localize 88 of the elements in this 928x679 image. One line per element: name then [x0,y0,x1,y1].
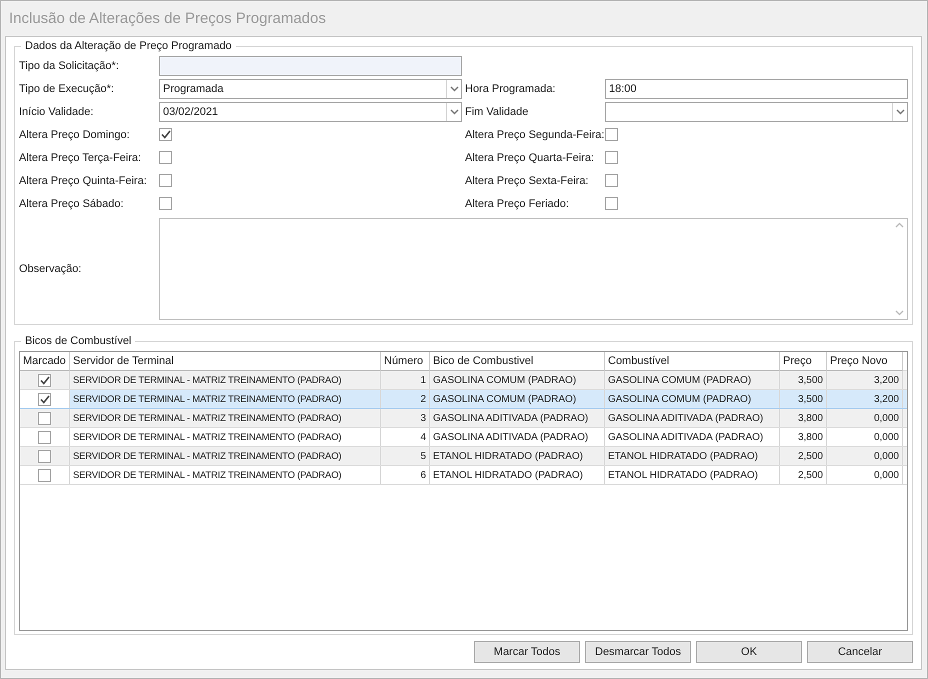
checkbox[interactable] [159,151,172,164]
table-cell: GASOLINA ADITIVADA (PADRAO) [430,409,605,427]
table-cell: GASOLINA COMUM (PADRAO) [430,371,605,389]
table-cell: ETANOL HIDRATADO (PADRAO) [605,447,780,465]
table-cell: 0,000 [827,466,903,484]
field-label: Observação: [19,263,82,275]
table-cell: GASOLINA ADITIVADA (PADRAO) [430,428,605,446]
grid-row[interactable]: SERVIDOR DE TERMINAL - MATRIZ TREINAMENTO (PADRAO) 6 ETANOL HIDRATADO (PADRAO) ETANOL HIDRATADO (PADRAO) 2,500 0,000 [20,466,907,485]
table-cell: 0,000 [827,447,903,465]
field-label: Altera Preço Feriado: [465,198,570,210]
window-title: Inclusão de Alterações de Preços Programados [8,9,327,29]
table-cell: 2,500 [780,447,827,465]
field-label: Altera Preço Segunda-Feira: [465,128,605,140]
dialog-button[interactable]: OK [696,641,802,663]
table-cell: GASOLINA COMUM (PADRAO) [430,390,605,408]
table-cell: 3,200 [827,371,903,389]
checkbox[interactable] [38,468,51,482]
field-label: Altera Preço Quarta-Feira: [465,152,595,164]
dropdown-field[interactable]: 03/02/2021 [159,102,462,122]
grid-row[interactable]: SERVIDOR DE TERMINAL - MATRIZ TREINAMENTO (PADRAO) 3 GASOLINA ADITIVADA (PADRAO) GASOLINA ADITIVADA (PADRAO) 3,800 0,000 [20,409,907,428]
checkbox[interactable] [605,128,618,141]
grid-row[interactable]: SERVIDOR DE TERMINAL - MATRIZ TREINAMENTO (PADRAO) 5 ETANOL HIDRATADO (PADRAO) ETANOL HIDRATADO (PADRAO) 2,500 0,000 [20,447,907,466]
checkbox[interactable] [38,412,51,424]
field-label: Altera Preço Sábado: [19,198,125,210]
table-cell: GASOLINA ADITIVADA (PADRAO) [605,428,780,446]
grid-row[interactable]: SERVIDOR DE TERMINAL - MATRIZ TREINAMENTO (PADRAO) 2 GASOLINA COMUM (PADRAO) GASOLINA COMUM (PADRAO) 3,500 3,200 [20,390,907,409]
table-cell: 5 [381,447,430,465]
table-cell: SERVIDOR DE TERMINAL - MATRIZ TREINAMENTO (PADRAO) [70,390,381,408]
grid-row[interactable]: SERVIDOR DE TERMINAL - MATRIZ TREINAMENTO (PADRAO) 1 GASOLINA COMUM (PADRAO) GASOLINA COMUM (PADRAO) 3,500 3,200 [20,371,907,390]
table-cell: 6 [381,466,430,484]
chevron-down-icon [450,108,458,114]
scroll-up-icon[interactable] [894,222,904,228]
table-cell: 0,000 [827,409,903,427]
group-title: Bicos de Combustível [24,335,132,347]
field-label: Altera Preço Domingo: [19,128,131,140]
table-cell: 3,500 [780,371,827,389]
table-cell: 3,800 [780,428,827,446]
field-label: Fim Validade [465,106,530,118]
dialog-button[interactable]: Marcar Todos [474,641,580,663]
table-cell: 3,200 [827,390,903,408]
checkbox[interactable] [159,128,172,141]
table-cell: SERVIDOR DE TERMINAL - MATRIZ TREINAMENTO (PADRAO) [70,409,381,427]
group-title: Dados da Alteração de Preço Programado [24,40,233,52]
checkbox[interactable] [605,174,618,187]
scroll-down-icon[interactable] [894,310,904,316]
text-area[interactable] [159,218,908,320]
table-cell: 3,500 [780,390,827,408]
field-label: Altera Preço Quinta-Feira: [19,174,148,186]
dialog-button[interactable]: Desmarcar Todos [585,641,691,663]
field-label: Altera Preço Sexta-Feira: [465,174,590,186]
table-cell: ETANOL HIDRATADO (PADRAO) [430,447,605,465]
checkbox[interactable] [159,197,172,210]
dropdown-field[interactable]: Programada [159,78,462,98]
checkbox[interactable] [605,151,618,164]
field-label: Altera Preço Terça-Feira: [19,152,142,164]
table-cell: SERVIDOR DE TERMINAL - MATRIZ TREINAMENTO (PADRAO) [70,428,381,446]
checkbox[interactable] [38,450,51,462]
checkbox[interactable] [605,197,618,210]
field-label: Hora Programada: [465,82,556,94]
checkbox[interactable] [38,392,51,406]
table-cell: 3,800 [780,409,827,427]
table-cell: ETANOL HIDRATADO (PADRAO) [605,466,780,484]
table-cell: GASOLINA ADITIVADA (PADRAO) [605,409,780,427]
table-cell: 3 [381,409,430,427]
checkbox[interactable] [38,430,51,444]
table-cell: GASOLINA COMUM (PADRAO) [605,371,780,389]
text-field[interactable] [159,56,462,76]
table-cell: 4 [381,428,430,446]
table-cell: 2,500 [780,466,827,484]
table-cell: 0,000 [827,428,903,446]
table-cell: SERVIDOR DE TERMINAL - MATRIZ TREINAMENTO (PADRAO) [70,447,381,465]
field-label: Tipo de Execução*: [19,82,115,94]
table-cell: GASOLINA COMUM (PADRAO) [605,390,780,408]
table-cell: ETANOL HIDRATADO (PADRAO) [430,466,605,484]
dialog-button[interactable]: Cancelar [807,641,913,663]
field-label: Tipo da Solicitação*: [19,60,120,72]
table-cell: SERVIDOR DE TERMINAL - MATRIZ TREINAMENTO (PADRAO) [70,371,381,389]
table-cell: SERVIDOR DE TERMINAL - MATRIZ TREINAMENTO (PADRAO) [70,466,381,484]
checkbox[interactable] [159,174,172,187]
text-field[interactable]: 18:00 [605,78,908,98]
checkbox[interactable] [38,374,51,386]
chevron-down-icon [896,108,904,114]
table-cell: 1 [381,371,430,389]
dropdown-field[interactable] [605,102,908,122]
table-cell: 2 [381,390,430,408]
chevron-down-icon [450,86,458,92]
field-label: Início Validade: [19,106,94,118]
grid-row[interactable]: SERVIDOR DE TERMINAL - MATRIZ TREINAMENTO (PADRAO) 4 GASOLINA ADITIVADA (PADRAO) GASOLINA ADITIVADA (PADRAO) 3,800 0,000 [20,428,907,447]
